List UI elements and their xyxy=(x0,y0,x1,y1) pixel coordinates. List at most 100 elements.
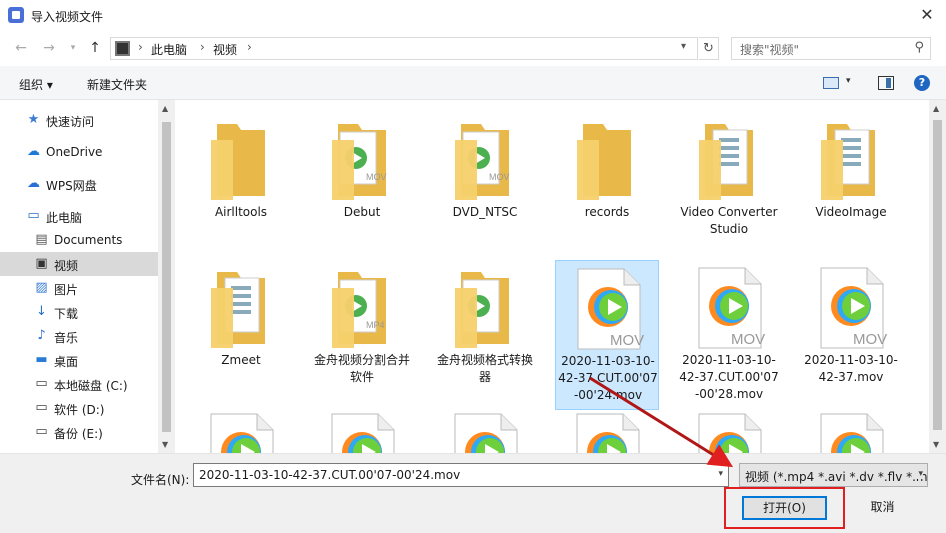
search-input[interactable]: 搜索"视频" ⚲ xyxy=(731,37,931,60)
file-tile[interactable]: MOV xyxy=(677,406,781,453)
breadcrumb-separator-icon[interactable]: › xyxy=(247,40,252,54)
sidebar-item-label: WPS网盘 xyxy=(46,179,97,193)
svg-text:MOV: MOV xyxy=(853,331,887,348)
sidebar-item[interactable]: ▭ 备份 (E:) xyxy=(0,420,158,444)
video-file-icon: MOV xyxy=(569,412,645,453)
sidebar-item[interactable]: ↓ 下载 xyxy=(0,300,158,324)
scrollbar-thumb[interactable] xyxy=(933,120,942,430)
file-tile[interactable]: MOV xyxy=(310,406,414,453)
view-mode-icon[interactable] xyxy=(823,77,839,89)
filename-field[interactable]: 2020-11-03-10-42-37.CUT.00'07-00'24.mov … xyxy=(193,463,729,487)
file-tile[interactable]: MOV xyxy=(799,406,903,453)
sidebar-item-label: 视频 xyxy=(54,259,79,273)
file-name-label: Video Converter Studio xyxy=(680,205,778,236)
back-arrow-icon[interactable]: ← xyxy=(12,39,30,57)
sidebar-item[interactable]: ☁ WPS网盘 xyxy=(0,172,158,196)
filename-dropdown-icon[interactable]: ▾ xyxy=(718,469,723,479)
forward-arrow-icon[interactable]: → xyxy=(40,39,58,57)
folder-tile[interactable]: records xyxy=(555,112,659,262)
folder-icon: MOV xyxy=(324,118,400,202)
document-icon: ▤ xyxy=(35,232,48,247)
svg-text:MOV: MOV xyxy=(489,172,510,182)
scroll-up-icon[interactable]: ▲ xyxy=(933,104,939,113)
sidebar-item-label: 此电脑 xyxy=(46,211,83,225)
app-icon xyxy=(8,7,24,23)
file-name-label: DVD_NTSC xyxy=(452,205,518,219)
filename-label: 文件名(N): xyxy=(131,473,190,487)
folder-icon xyxy=(203,118,279,202)
folder-tile[interactable]: MOV DVD_NTSC xyxy=(433,112,537,262)
organize-button[interactable]: 组织 ▾ xyxy=(19,76,53,93)
file-tile[interactable]: MOV xyxy=(433,406,537,453)
drive-icon: ▭ xyxy=(35,376,48,391)
file-tile[interactable]: MOV xyxy=(189,406,293,453)
sidebar-item-label: 软件 (D:) xyxy=(54,403,105,417)
folder-tile[interactable]: 金舟视频格式转换器 xyxy=(433,260,537,410)
sidebar-item-label: Documents xyxy=(54,233,123,247)
sidebar-item[interactable]: ▭ 软件 (D:) xyxy=(0,396,158,420)
up-arrow-icon[interactable]: ↑ xyxy=(86,39,104,57)
video-file-icon: MOV xyxy=(691,412,767,453)
svg-text:MOV: MOV xyxy=(366,172,387,182)
sidebar-item[interactable]: ★ 快速访问 xyxy=(0,108,158,132)
address-bar[interactable]: › 此电脑 › 视频 › ▾ xyxy=(110,37,698,60)
video-file-icon: MOV xyxy=(203,412,279,453)
close-icon[interactable]: ✕ xyxy=(912,2,942,28)
folder-tile[interactable]: MOV Debut xyxy=(310,112,414,262)
new-folder-button[interactable]: 新建文件夹 xyxy=(87,76,147,93)
folder-tile[interactable]: Zmeet xyxy=(189,260,293,410)
sidebar-item[interactable]: ♪ 音乐 xyxy=(0,324,158,348)
scrollbar-thumb[interactable] xyxy=(162,122,171,432)
scroll-up-icon[interactable]: ▲ xyxy=(162,104,168,113)
recent-dropdown-icon[interactable]: ▾ xyxy=(64,39,82,57)
file-list-scrollbar[interactable]: ▲ ▼ xyxy=(929,100,946,453)
sidebar-item[interactable]: ▬ 桌面 xyxy=(0,348,158,372)
breadcrumb-videos[interactable]: 视频 xyxy=(213,41,237,58)
sidebar-item[interactable]: ▭ 本地磁盘 (C:) xyxy=(0,372,158,396)
star-icon: ★ xyxy=(27,112,40,127)
sidebar-item-label: 本地磁盘 (C:) xyxy=(54,379,128,393)
drive-icon: ▭ xyxy=(35,424,48,439)
search-placeholder: 搜索"视频" xyxy=(740,43,800,57)
address-dropdown-icon[interactable]: ▾ xyxy=(681,41,686,52)
refresh-icon[interactable]: ↻ xyxy=(699,37,719,60)
filetype-dropdown-icon[interactable]: ▾ xyxy=(916,469,923,479)
file-name-label: VideoImage xyxy=(815,205,887,219)
sidebar-item[interactable]: ▤ Documents xyxy=(0,228,158,252)
sidebar-item-label: 快速访问 xyxy=(46,115,95,129)
sidebar-item-label: 图片 xyxy=(54,283,79,297)
folder-icon xyxy=(691,118,767,202)
folder-icon: MP4 xyxy=(324,266,400,350)
scroll-down-icon[interactable]: ▼ xyxy=(162,440,168,449)
sidebar-item[interactable]: ☁ OneDrive xyxy=(0,140,158,164)
breadcrumb-this-pc[interactable]: 此电脑 xyxy=(151,41,187,58)
file-tile[interactable]: MOV xyxy=(555,406,659,453)
file-name-label: records xyxy=(584,205,630,219)
music-icon: ♪ xyxy=(37,328,46,343)
sidebar-item[interactable]: ▣ 视频 xyxy=(0,252,158,276)
file-tile[interactable]: MOV 2020-11-03-10-42-37.CUT.00'07-00'24.m… xyxy=(555,260,659,410)
file-tile[interactable]: MOV 2020-11-03-10-42-37.CUT.00'07-00'28.m… xyxy=(677,260,781,410)
folder-tile[interactable]: VideoImage xyxy=(799,112,903,262)
folder-tile[interactable]: Video Converter Studio xyxy=(677,112,781,262)
cancel-button[interactable]: 取消 xyxy=(840,496,925,520)
sidebar-scrollbar[interactable]: ▲ ▼ xyxy=(158,100,175,453)
view-dropdown-icon[interactable]: ▾ xyxy=(846,76,851,86)
folder-tile[interactable]: Airlltools xyxy=(189,112,293,262)
sidebar-item-label: 桌面 xyxy=(54,355,79,369)
breadcrumb-separator-icon[interactable]: › xyxy=(138,40,143,54)
filename-value: 2020-11-03-10-42-37.CUT.00'07-00'24.mov xyxy=(199,468,461,482)
video-folder-icon: ▣ xyxy=(35,256,48,271)
folder-tile[interactable]: MP4 金舟视频分割合并软件 xyxy=(310,260,414,410)
folder-icon xyxy=(447,266,523,350)
scroll-down-icon[interactable]: ▼ xyxy=(933,440,939,449)
sidebar-item[interactable]: ▨ 图片 xyxy=(0,276,158,300)
sidebar-item[interactable]: ▭ 此电脑 xyxy=(0,204,158,228)
preview-pane-icon[interactable] xyxy=(878,76,894,90)
file-name-label: 2020-11-03-10-42-37.mov xyxy=(804,353,898,384)
filetype-select[interactable]: 视频 (*.mp4 *.avi *.dv *.flv *.m ▾ xyxy=(739,463,928,487)
file-tile[interactable]: MOV 2020-11-03-10-42-37.mov xyxy=(799,260,903,410)
help-icon[interactable]: ? xyxy=(914,75,930,91)
svg-text:MOV: MOV xyxy=(731,331,765,348)
breadcrumb-separator-icon[interactable]: › xyxy=(200,40,205,54)
